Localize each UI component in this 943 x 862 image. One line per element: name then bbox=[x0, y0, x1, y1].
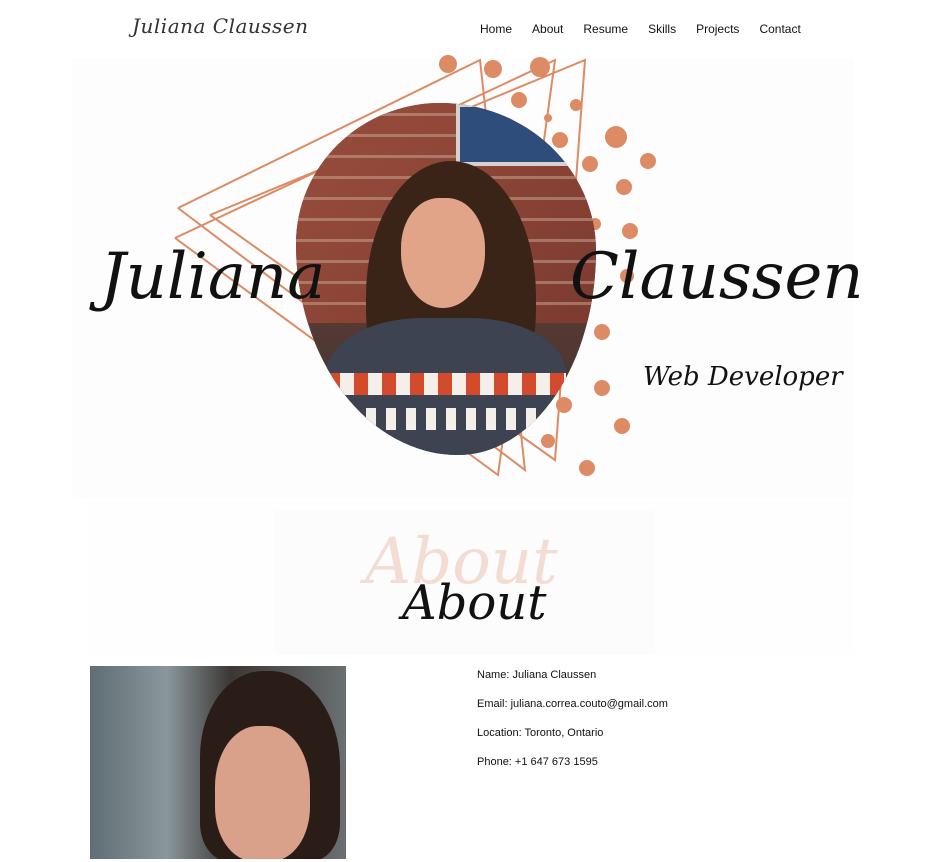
sweater-pattern bbox=[326, 373, 566, 395]
info-location: Location: Toronto, Ontario bbox=[477, 727, 604, 739]
hero-portrait bbox=[296, 103, 596, 455]
profile-photo bbox=[90, 666, 346, 859]
sweater-pattern-2 bbox=[326, 408, 566, 430]
portrait-face bbox=[401, 198, 485, 308]
info-email: Email: juliana.correa.couto@gmail.com bbox=[477, 698, 668, 710]
portrait-sweater bbox=[326, 318, 566, 455]
hero-first-name: Juliana bbox=[100, 240, 326, 314]
info-name: Name: Juliana Claussen bbox=[477, 669, 597, 681]
about-info: Name: Juliana Claussen Email: juliana.co… bbox=[477, 668, 668, 784]
hero-role: Web Developer bbox=[643, 362, 843, 392]
wall-poster bbox=[456, 103, 574, 166]
info-phone: Phone: +1 647 673 1595 bbox=[477, 756, 598, 768]
profile-face bbox=[215, 726, 310, 859]
hero-last-name: Claussen bbox=[570, 240, 864, 314]
about-title: About bbox=[402, 575, 547, 631]
